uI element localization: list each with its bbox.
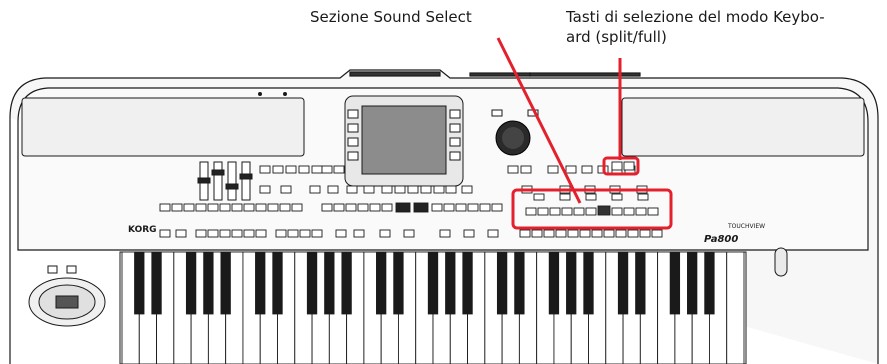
black-key[interactable]	[203, 251, 214, 315]
black-key[interactable]	[462, 251, 473, 315]
black-key[interactable]	[583, 251, 594, 315]
model-logo: Pa800	[704, 234, 738, 245]
touchview-logo: TOUCHVIEW	[727, 223, 765, 230]
black-key[interactable]	[496, 251, 508, 315]
black-key[interactable]	[427, 251, 439, 315]
black-key[interactable]	[566, 251, 577, 315]
black-key[interactable]	[669, 251, 681, 315]
right-controller	[774, 247, 788, 277]
joystick-icon[interactable]	[28, 265, 106, 327]
black-key[interactable]	[687, 251, 698, 315]
black-key[interactable]	[220, 251, 231, 315]
black-key[interactable]	[255, 251, 266, 315]
black-key[interactable]	[324, 251, 335, 315]
black-key[interactable]	[445, 251, 456, 315]
left-speaker-panel	[21, 92, 305, 157]
black-key[interactable]	[393, 251, 404, 315]
keyboard-illustration: KORG Pa800 TOUCHVIEW	[9, 37, 879, 364]
black-key[interactable]	[185, 251, 197, 315]
black-key[interactable]	[151, 251, 162, 315]
right-speaker-panel	[621, 97, 865, 157]
black-key[interactable]	[376, 251, 387, 315]
black-key[interactable]	[341, 251, 352, 315]
black-key[interactable]	[134, 251, 145, 315]
brand-logo: KORG	[128, 225, 157, 235]
display-screen-icon	[344, 95, 464, 187]
black-key[interactable]	[514, 251, 525, 315]
black-key[interactable]	[704, 251, 715, 315]
black-key[interactable]	[272, 251, 283, 315]
black-key[interactable]	[635, 251, 646, 315]
black-key[interactable]	[617, 251, 629, 315]
white-key[interactable]	[726, 251, 745, 364]
black-key[interactable]	[548, 251, 560, 315]
black-key[interactable]	[306, 251, 318, 315]
